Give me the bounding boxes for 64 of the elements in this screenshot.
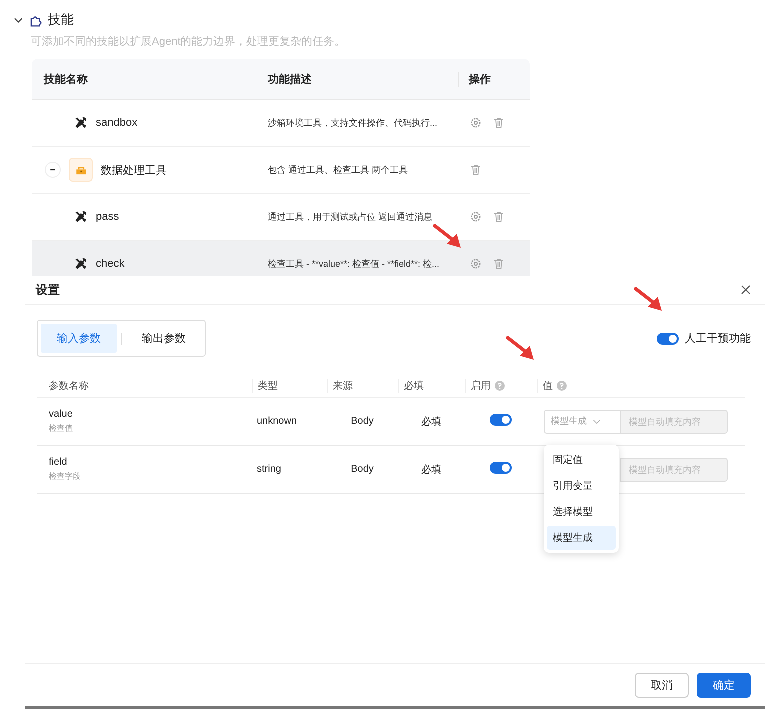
param-name: field	[49, 457, 68, 468]
help-icon[interactable]	[557, 381, 567, 391]
column-header: 参数名称	[48, 380, 90, 393]
column-header: 技能名称	[42, 72, 89, 86]
collapse-button[interactable]	[45, 162, 61, 178]
tab[interactable]: 输入参数	[41, 324, 117, 353]
tools-icon	[74, 210, 88, 224]
toggle-switch[interactable]	[490, 462, 512, 474]
param-description: 检查值	[49, 423, 74, 434]
menu-item[interactable]: 引用变量	[547, 474, 616, 498]
column-header: 类型	[252, 379, 327, 393]
chevron-icon[interactable]	[14, 16, 23, 24]
tools-icon	[74, 116, 88, 130]
cancel-button[interactable]: 取消	[635, 673, 689, 698]
column-header: 启用	[465, 379, 537, 393]
annotation-arrow-icon	[506, 336, 536, 362]
skill-description: 检查工具 - **value**: 检查值 - **field**: 检...	[267, 258, 441, 270]
table-cell-text: Body	[350, 416, 375, 427]
table-cell-text: string	[256, 464, 282, 475]
toolbox-icon	[69, 158, 93, 182]
tab[interactable]: 输出参数	[126, 324, 202, 353]
menu-item[interactable]: 模型生成	[547, 526, 616, 550]
section-title: 技能	[48, 11, 74, 29]
column-header: 操作	[458, 72, 530, 86]
caret-icon	[593, 418, 601, 426]
toggle-switch[interactable]	[490, 414, 512, 426]
table-cell-text: Body	[350, 464, 375, 475]
skill-description: 通过工具，用于测试或占位 返回通过消息	[267, 210, 434, 224]
column-header: 值	[537, 379, 745, 393]
menu-item[interactable]: 选择模型	[547, 500, 616, 524]
help-icon[interactable]	[495, 381, 505, 391]
tools-icon	[74, 257, 88, 271]
table-cell-text: 必填	[420, 464, 442, 476]
menu-item[interactable]: 固定值	[547, 448, 616, 472]
skill-description: 包含 通过工具、检查工具 两个工具	[267, 164, 410, 176]
delete-icon[interactable]	[493, 258, 505, 270]
param-description: 检查字段	[49, 471, 82, 482]
settings-icon[interactable]	[470, 117, 482, 129]
skill-row[interactable]: sandbox 沙箱环境工具，支持文件操作、代码执行...	[32, 100, 530, 147]
settings-icon[interactable]	[470, 211, 482, 223]
toggle-label: 人工干预功能	[685, 332, 751, 346]
delete-icon[interactable]	[493, 211, 505, 223]
table-cell-text: 必填	[420, 416, 442, 428]
delete-icon[interactable]	[470, 164, 482, 176]
annotation-arrow-icon	[433, 224, 463, 250]
puzzle-icon	[29, 14, 42, 26]
table-cell-text: unknown	[256, 416, 298, 427]
settings-icon[interactable]	[470, 258, 482, 270]
delete-icon[interactable]	[493, 117, 505, 129]
section-description: 可添加不同的技能以扩展Agent的能力边界，处理更复杂的任务。	[30, 34, 347, 49]
param-name: value	[49, 409, 74, 420]
skill-name: check	[96, 258, 125, 270]
column-header: 来源	[327, 379, 398, 393]
skill-description: 沙箱环境工具，支持文件操作、代码执行...	[267, 116, 439, 130]
column-header: 必填	[398, 379, 465, 393]
column-header: 功能描述	[267, 72, 313, 86]
skill-name: sandbox	[96, 117, 138, 129]
skill-name: 数据处理工具	[101, 164, 167, 178]
close-icon[interactable]	[741, 285, 751, 295]
skill-row[interactable]: 数据处理工具 包含 通过工具、检查工具 两个工具	[32, 147, 530, 194]
annotation-arrow-icon	[634, 287, 664, 313]
toggle-switch[interactable]	[657, 332, 679, 344]
skill-name: pass	[96, 211, 120, 223]
confirm-button[interactable]: 确定	[697, 673, 751, 698]
